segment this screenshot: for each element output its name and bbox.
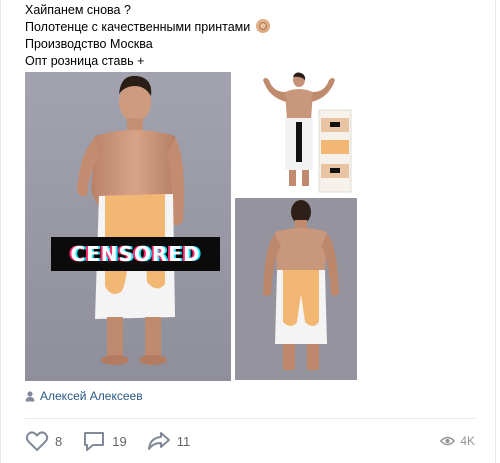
like-count: 8: [55, 433, 63, 449]
divider: [25, 418, 475, 419]
post-text: Хайпанем снова ? Полотенце с качественны…: [25, 2, 465, 70]
share-count: 11: [176, 433, 191, 449]
eye-icon: [440, 436, 456, 446]
wall-post: Хайпанем снова ? Полотенце с качественны…: [0, 0, 500, 463]
post-actions: 8 19 11: [25, 430, 210, 452]
post-line-2: Полотенце с качественными принтами: [25, 19, 465, 36]
share-button[interactable]: 11: [147, 430, 191, 452]
post-line-4: Опт розница ставь +: [25, 54, 145, 68]
user-icon: [25, 390, 35, 401]
censored-label: CENSORED: [70, 242, 201, 266]
view-count: 4K: [460, 434, 475, 448]
photo-main-image: [25, 72, 231, 381]
comment-button[interactable]: 19: [82, 430, 127, 452]
comment-count: 19: [112, 433, 127, 449]
photo-secondary-top[interactable]: [235, 72, 357, 195]
post-author[interactable]: Алексей Алексеев: [25, 389, 143, 403]
photo-main[interactable]: [25, 72, 231, 381]
photo-secondary-top-image: [235, 72, 357, 195]
post-line-1: Хайпанем снова ?: [25, 3, 131, 17]
ok-hand-emoji-icon: [255, 19, 270, 33]
comment-icon: [84, 432, 105, 451]
like-button[interactable]: 8: [25, 430, 62, 452]
photo-secondary-back-image: [235, 198, 357, 380]
post-line-3: Производство Москва: [25, 37, 153, 51]
share-icon: [147, 432, 170, 450]
heart-icon: [25, 431, 49, 451]
photo-secondary-back[interactable]: [235, 198, 357, 380]
censored-bar: CENSORED: [51, 237, 220, 271]
author-name[interactable]: Алексей Алексеев: [40, 389, 143, 403]
post-line-2-text: Полотенце с качественными принтами: [25, 20, 251, 34]
view-counter: 4K: [440, 434, 475, 448]
